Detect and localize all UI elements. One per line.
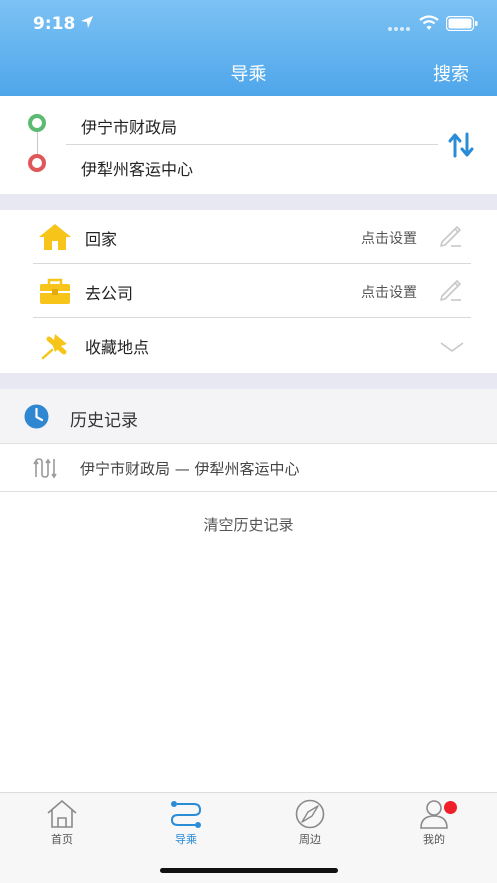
edit-icon[interactable] [437,276,463,302]
tab-home[interactable]: 首页 [0,793,124,853]
place-label: 回家 [85,230,118,249]
end-point-icon [28,154,46,172]
history-title: 历史记录 [70,411,138,431]
home-outline-icon [47,799,77,828]
route-icon [170,801,202,828]
app-header: 9:18 导乘 搜索 [0,0,497,96]
tab-route[interactable]: 导乘 [124,793,248,853]
place-label: 收藏地点 [85,338,150,357]
tab-mine[interactable]: 我的 [372,793,496,853]
divider [66,144,438,145]
briefcase-icon [40,278,70,304]
signal-icon [388,27,410,31]
status-time: 9:18 [33,14,76,34]
wifi-icon [419,15,439,30]
tab-label: 导乘 [175,833,197,846]
clock-icon [24,404,49,429]
history-item-text: 伊宁市财政局 — 伊犁州客运中心 [80,460,300,478]
home-indicator [160,868,338,873]
saved-places-list: 回家 点击设置 去公司 点击设置 收藏地点 [0,210,497,373]
home-icon [39,224,71,250]
route-swap-icon [33,458,57,479]
notification-badge [444,801,457,814]
chevron-down-icon[interactable] [439,340,465,354]
battery-icon [446,16,478,31]
tab-label: 周边 [299,833,321,846]
history-item[interactable]: 伊宁市财政局 — 伊犁州客运中心 [0,444,497,492]
tab-label: 首页 [51,833,73,846]
page-title: 导乘 [230,64,267,85]
route-input-card: 伊宁市财政局 伊犁州客运中心 [0,96,497,194]
destination-input[interactable]: 伊犁州客运中心 [81,156,193,180]
section-gap [0,373,497,389]
location-arrow-icon [81,16,93,28]
route-connector [37,132,38,154]
section-gap [0,194,497,210]
tab-nearby[interactable]: 周边 [248,793,372,853]
set-work-hint[interactable]: 点击设置 [361,282,417,302]
place-work-row[interactable]: 去公司 点击设置 [33,264,471,318]
edit-icon[interactable] [437,222,463,248]
set-home-hint[interactable]: 点击设置 [361,228,417,248]
swap-icon[interactable] [447,131,475,159]
tab-label: 我的 [423,833,445,846]
place-favorites-row[interactable]: 收藏地点 [33,318,471,372]
start-point-icon [28,114,46,132]
history-header: 历史记录 [0,389,497,444]
place-home-row[interactable]: 回家 点击设置 [33,210,471,264]
compass-icon [295,799,325,829]
search-button[interactable]: 搜索 [433,60,469,86]
clear-history-button[interactable]: 清空历史记录 [0,514,497,535]
place-label: 去公司 [85,284,134,303]
pin-icon [41,334,67,360]
origin-input[interactable]: 伊宁市财政局 [81,114,177,138]
